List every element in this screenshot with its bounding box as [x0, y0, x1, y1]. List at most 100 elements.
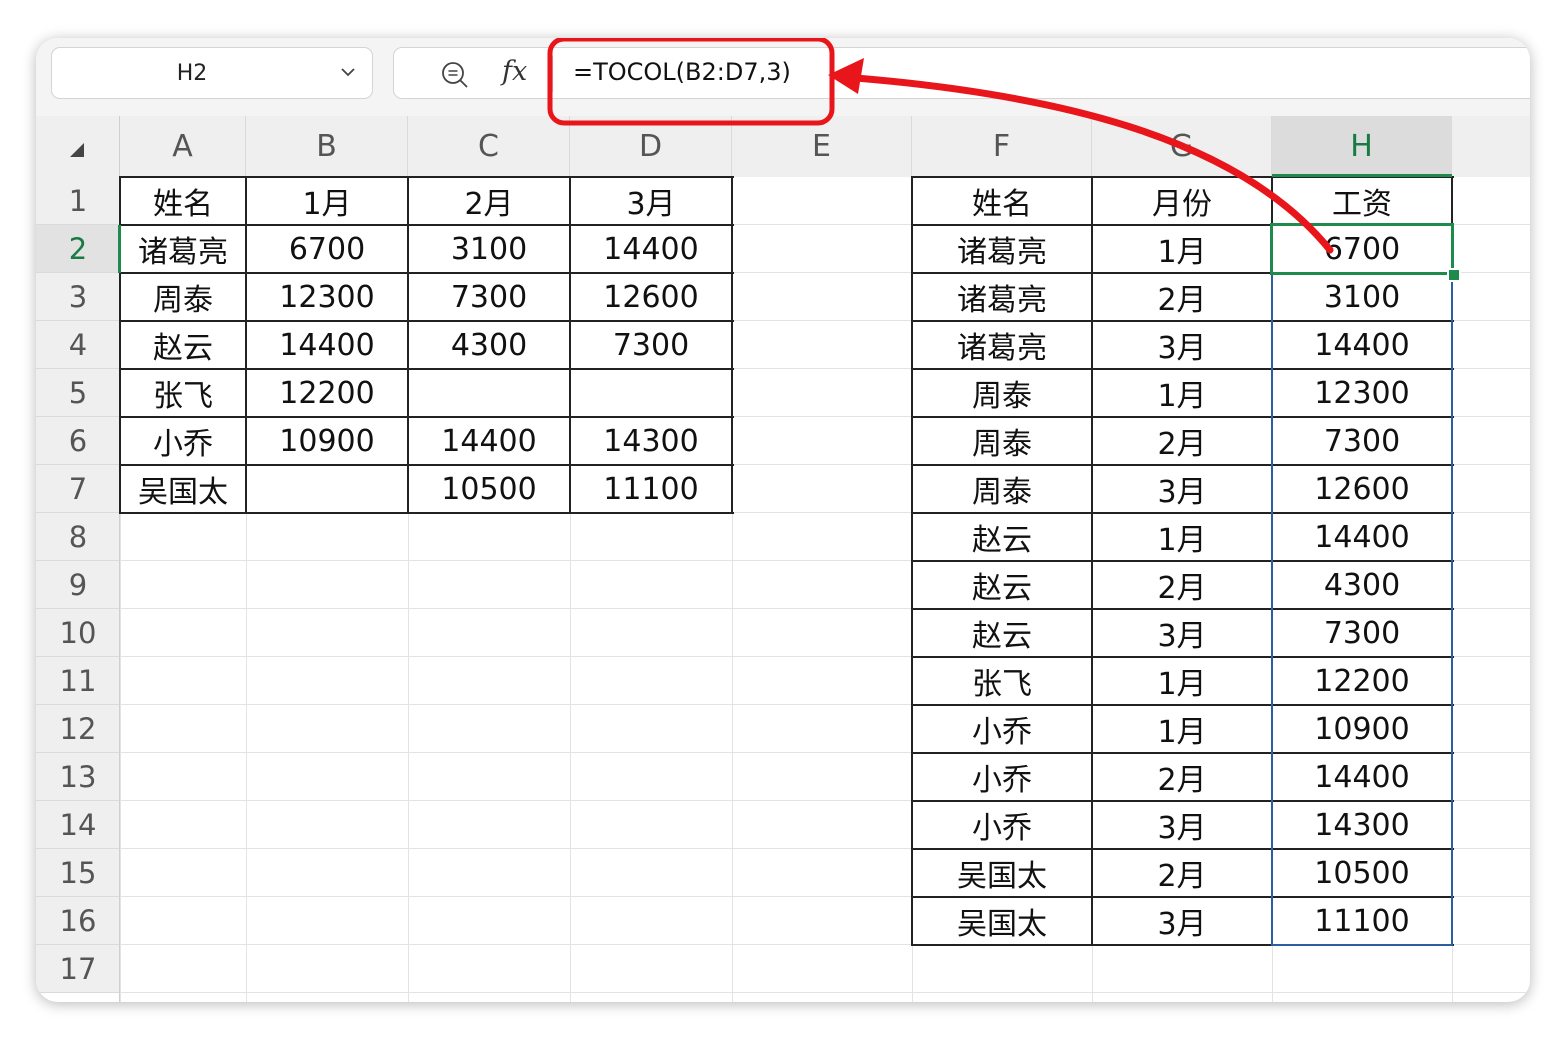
- source-cell[interactable]: 14300: [570, 417, 732, 465]
- source-cell[interactable]: 14400: [408, 417, 570, 465]
- result-cell[interactable]: 1月: [1092, 225, 1272, 273]
- table-border-h: [120, 320, 734, 322]
- sheet-grid[interactable]: A B C D E F G H 1 2 3 4 5 6 7 8 9 10 11 12 13 14 15 16 17 姓名 1月 2月 3…: [36, 116, 1530, 1002]
- row-header[interactable]: 4: [36, 321, 120, 369]
- formula-input[interactable]: =TOCOL(B2:D7,3): [573, 58, 791, 86]
- source-cell[interactable]: 3100: [408, 225, 570, 273]
- row-header[interactable]: 16: [36, 897, 120, 945]
- result-cell[interactable]: 诸葛亮: [912, 225, 1092, 273]
- source-cell[interactable]: 4300: [408, 321, 570, 369]
- result-cell[interactable]: 2月: [1092, 417, 1272, 465]
- fx-icon[interactable]: fx: [502, 56, 527, 87]
- column-header-e[interactable]: E: [732, 116, 912, 177]
- source-cell[interactable]: [570, 369, 732, 417]
- column-header-g[interactable]: G: [1092, 116, 1272, 177]
- formula-bar[interactable]: fx =TOCOL(B2:D7,3): [393, 47, 1530, 99]
- result-header-cell[interactable]: 姓名: [912, 177, 1092, 225]
- source-cell[interactable]: 周泰: [120, 273, 246, 321]
- result-cell[interactable]: 周泰: [912, 369, 1092, 417]
- row-header[interactable]: 13: [36, 753, 120, 801]
- source-cell[interactable]: 6700: [246, 225, 408, 273]
- row-header[interactable]: 3: [36, 273, 120, 321]
- source-cell[interactable]: 12200: [246, 369, 408, 417]
- source-header-cell[interactable]: 姓名: [120, 177, 246, 225]
- table-border-v: [911, 176, 913, 946]
- result-cell[interactable]: 3月: [1092, 465, 1272, 513]
- result-cell[interactable]: 周泰: [912, 465, 1092, 513]
- table-border-v: [245, 176, 247, 514]
- result-cell[interactable]: 赵云: [912, 609, 1092, 657]
- row-header[interactable]: 12: [36, 705, 120, 753]
- result-cell[interactable]: 小乔: [912, 801, 1092, 849]
- row-header[interactable]: 6: [36, 417, 120, 465]
- source-cell[interactable]: 14400: [246, 321, 408, 369]
- zoom-formula-icon[interactable]: [440, 60, 470, 90]
- source-cell[interactable]: 张飞: [120, 369, 246, 417]
- source-cell[interactable]: 10500: [408, 465, 570, 513]
- result-cell[interactable]: 小乔: [912, 753, 1092, 801]
- result-header-cell[interactable]: 月份: [1092, 177, 1272, 225]
- result-cell[interactable]: 3月: [1092, 801, 1272, 849]
- row-header[interactable]: 9: [36, 561, 120, 609]
- result-cell[interactable]: 小乔: [912, 705, 1092, 753]
- column-header-h[interactable]: H: [1272, 116, 1452, 177]
- result-cell[interactable]: 1月: [1092, 657, 1272, 705]
- source-cell[interactable]: 10900: [246, 417, 408, 465]
- result-cell[interactable]: 1月: [1092, 705, 1272, 753]
- result-cell[interactable]: 张飞: [912, 657, 1092, 705]
- result-cell[interactable]: 2月: [1092, 561, 1272, 609]
- result-cell[interactable]: 吴国太: [912, 897, 1092, 945]
- row-header[interactable]: 10: [36, 609, 120, 657]
- fill-handle[interactable]: [1447, 268, 1461, 282]
- source-header-cell[interactable]: 1月: [246, 177, 408, 225]
- result-cell[interactable]: 3月: [1092, 609, 1272, 657]
- result-cell[interactable]: 诸葛亮: [912, 273, 1092, 321]
- column-header-f[interactable]: F: [912, 116, 1092, 177]
- column-header-d[interactable]: D: [570, 116, 732, 177]
- column-header-b[interactable]: B: [246, 116, 408, 177]
- source-cell[interactable]: 7300: [570, 321, 732, 369]
- source-cell[interactable]: 7300: [408, 273, 570, 321]
- source-cell[interactable]: 12300: [246, 273, 408, 321]
- column-header-a[interactable]: A: [120, 116, 246, 177]
- result-cell[interactable]: 赵云: [912, 513, 1092, 561]
- result-cell[interactable]: 诸葛亮: [912, 321, 1092, 369]
- result-cell[interactable]: 周泰: [912, 417, 1092, 465]
- row-header[interactable]: 15: [36, 849, 120, 897]
- result-cell[interactable]: 赵云: [912, 561, 1092, 609]
- result-cell[interactable]: 3月: [1092, 897, 1272, 945]
- select-all-icon[interactable]: [36, 116, 120, 177]
- source-header-cell[interactable]: 3月: [570, 177, 732, 225]
- source-header-cell[interactable]: 2月: [408, 177, 570, 225]
- result-cell[interactable]: 1月: [1092, 369, 1272, 417]
- row-header[interactable]: 1: [36, 177, 120, 225]
- source-cell[interactable]: 诸葛亮: [120, 225, 246, 273]
- source-cell[interactable]: [246, 465, 408, 513]
- row-header[interactable]: 11: [36, 657, 120, 705]
- row-header[interactable]: 7: [36, 465, 120, 513]
- source-cell[interactable]: 11100: [570, 465, 732, 513]
- row-header[interactable]: 8: [36, 513, 120, 561]
- result-cell[interactable]: 1月: [1092, 513, 1272, 561]
- select-all-corner[interactable]: [36, 116, 120, 177]
- source-cell[interactable]: 12600: [570, 273, 732, 321]
- result-cell[interactable]: 2月: [1092, 753, 1272, 801]
- chevron-down-icon[interactable]: [338, 62, 358, 82]
- result-header-cell[interactable]: 工资: [1272, 177, 1452, 225]
- source-cell[interactable]: 赵云: [120, 321, 246, 369]
- source-cell[interactable]: 吴国太: [120, 465, 246, 513]
- row-header[interactable]: 5: [36, 369, 120, 417]
- column-header-c[interactable]: C: [408, 116, 570, 177]
- formula-divider: [552, 56, 553, 92]
- source-cell[interactable]: 小乔: [120, 417, 246, 465]
- row-header[interactable]: 14: [36, 801, 120, 849]
- result-cell[interactable]: 3月: [1092, 321, 1272, 369]
- result-cell[interactable]: 2月: [1092, 849, 1272, 897]
- source-cell[interactable]: [408, 369, 570, 417]
- source-cell[interactable]: 14400: [570, 225, 732, 273]
- result-cell[interactable]: 2月: [1092, 273, 1272, 321]
- result-cell[interactable]: 吴国太: [912, 849, 1092, 897]
- name-box[interactable]: H2: [51, 47, 373, 99]
- row-header[interactable]: 2: [36, 225, 120, 273]
- row-header[interactable]: 17: [36, 945, 120, 993]
